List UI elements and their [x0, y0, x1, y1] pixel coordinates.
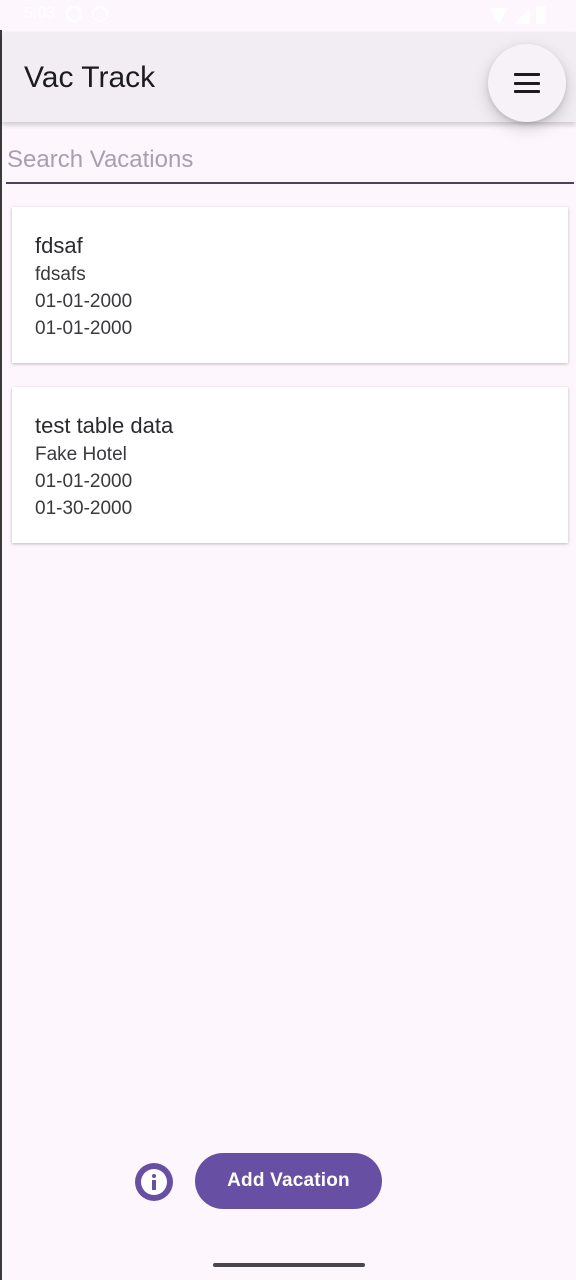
- app-title: Vac Track: [24, 61, 156, 94]
- app-bar: Vac Track: [2, 32, 576, 122]
- status-notification-icons: [66, 6, 108, 22]
- vacation-end-date: 01-30-2000: [35, 498, 133, 519]
- status-system-icons: [490, 6, 546, 24]
- dnd-icon: [92, 6, 108, 22]
- info-icon: [141, 1169, 167, 1195]
- vacation-title: fdsaf: [35, 233, 83, 258]
- notification-icon: [66, 6, 82, 22]
- window-left-edge: [0, 30, 2, 1280]
- vacation-start-date: 01-01-2000: [35, 471, 133, 492]
- search-input[interactable]: [6, 140, 575, 180]
- vacation-hotel: Fake Hotel: [35, 444, 127, 465]
- info-button[interactable]: [135, 1163, 173, 1201]
- hamburger-menu-icon: [514, 73, 540, 93]
- wifi-icon: [490, 8, 508, 24]
- home-indicator[interactable]: [213, 1263, 365, 1267]
- battery-icon: [536, 6, 546, 24]
- vacation-card[interactable]: test table data Fake Hotel 01-01-2000 01…: [12, 387, 568, 543]
- cell-signal-icon: [514, 8, 530, 24]
- search-field[interactable]: [6, 140, 575, 184]
- vacation-start-date: 01-01-2000: [35, 291, 133, 312]
- status-bar: 5:03: [0, 0, 576, 30]
- status-time: 5:03: [24, 5, 56, 22]
- vacation-card[interactable]: fdsaf fdsafs 01-01-2000 01-01-2000: [12, 207, 568, 363]
- add-vacation-button[interactable]: Add Vacation: [195, 1153, 382, 1209]
- vacation-end-date: 01-01-2000: [35, 318, 133, 339]
- vacation-title: test table data: [35, 413, 174, 438]
- menu-button[interactable]: [488, 44, 566, 122]
- vacation-hotel: fdsafs: [35, 264, 86, 285]
